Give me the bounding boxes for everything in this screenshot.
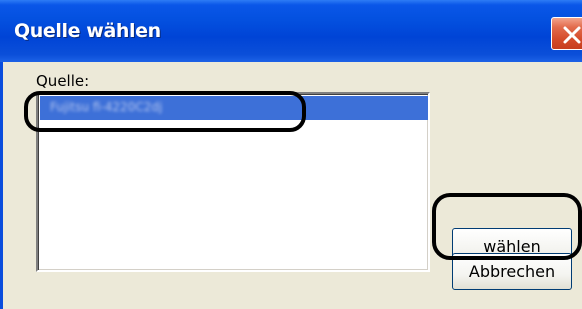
source-list-item-label: Fujitsu fi-4220C2dj [50,100,163,114]
dialog-window: Quelle wählen Quelle: Fujitsu fi-4220C2d… [0,0,582,309]
title-bar[interactable]: Quelle wählen [0,0,582,62]
close-icon [563,26,581,44]
close-button[interactable] [551,17,582,50]
source-listbox[interactable]: Fujitsu fi-4220C2dj [36,92,430,272]
window-title: Quelle wählen [14,20,161,42]
cancel-button[interactable]: Abbrechen [452,253,572,290]
window-border [0,62,3,309]
source-label: Quelle: [36,72,90,90]
source-list-item[interactable]: Fujitsu fi-4220C2dj [40,96,428,120]
